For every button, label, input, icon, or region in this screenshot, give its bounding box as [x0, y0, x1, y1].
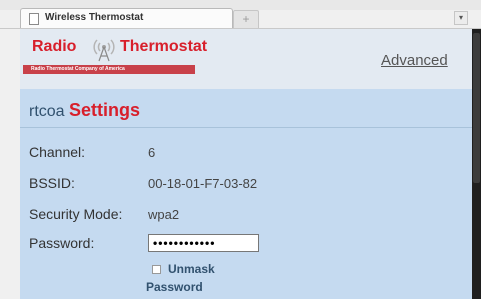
security-mode-value: wpa2: [148, 207, 180, 222]
radio-thermostat-logo: Radio Thermostat Radio Thermostat Compan…: [23, 38, 207, 78]
logo-tagline: Radio Thermostat Company of America: [23, 65, 195, 74]
new-tab-button[interactable]: +: [233, 10, 259, 28]
settings-heading: rtcoa Settings: [29, 100, 140, 121]
settings-title: Settings: [69, 100, 141, 120]
logo-word-thermostat: Thermostat: [120, 38, 208, 55]
password-input[interactable]: ••••••••••••: [148, 234, 259, 252]
page-icon: [29, 13, 39, 25]
page-header: Radio Thermostat Radio Thermostat Compan…: [20, 29, 472, 89]
radio-tower-icon: [93, 39, 115, 62]
security-mode-label: Security Mode:: [29, 206, 123, 222]
tab-list-button[interactable]: ▾: [454, 11, 468, 25]
browser-tab-wireless-thermostat[interactable]: Wireless Thermostat: [20, 8, 233, 28]
advanced-link[interactable]: Advanced: [381, 52, 448, 69]
unmask-label-line2[interactable]: Password: [146, 280, 203, 294]
vertical-scrollbar[interactable]: [472, 29, 481, 299]
scrollbar-thumb[interactable]: [473, 33, 480, 183]
channel-label: Channel:: [29, 144, 86, 160]
unmask-label-line1[interactable]: Unmask: [168, 262, 215, 276]
page-content: Radio Thermostat Radio Thermostat Compan…: [20, 29, 472, 299]
logo-word-radio: Radio: [32, 38, 77, 55]
device-name: rtcoa: [29, 103, 65, 120]
password-label: Password:: [29, 235, 95, 251]
bssid-value: 00-18-01-F7-03-82: [148, 176, 258, 191]
settings-divider: [20, 127, 472, 128]
bssid-label: BSSID:: [29, 175, 75, 191]
channel-value: 6: [148, 145, 156, 160]
unmask-password-checkbox[interactable]: [152, 265, 161, 274]
tab-title: Wireless Thermostat: [45, 12, 144, 23]
